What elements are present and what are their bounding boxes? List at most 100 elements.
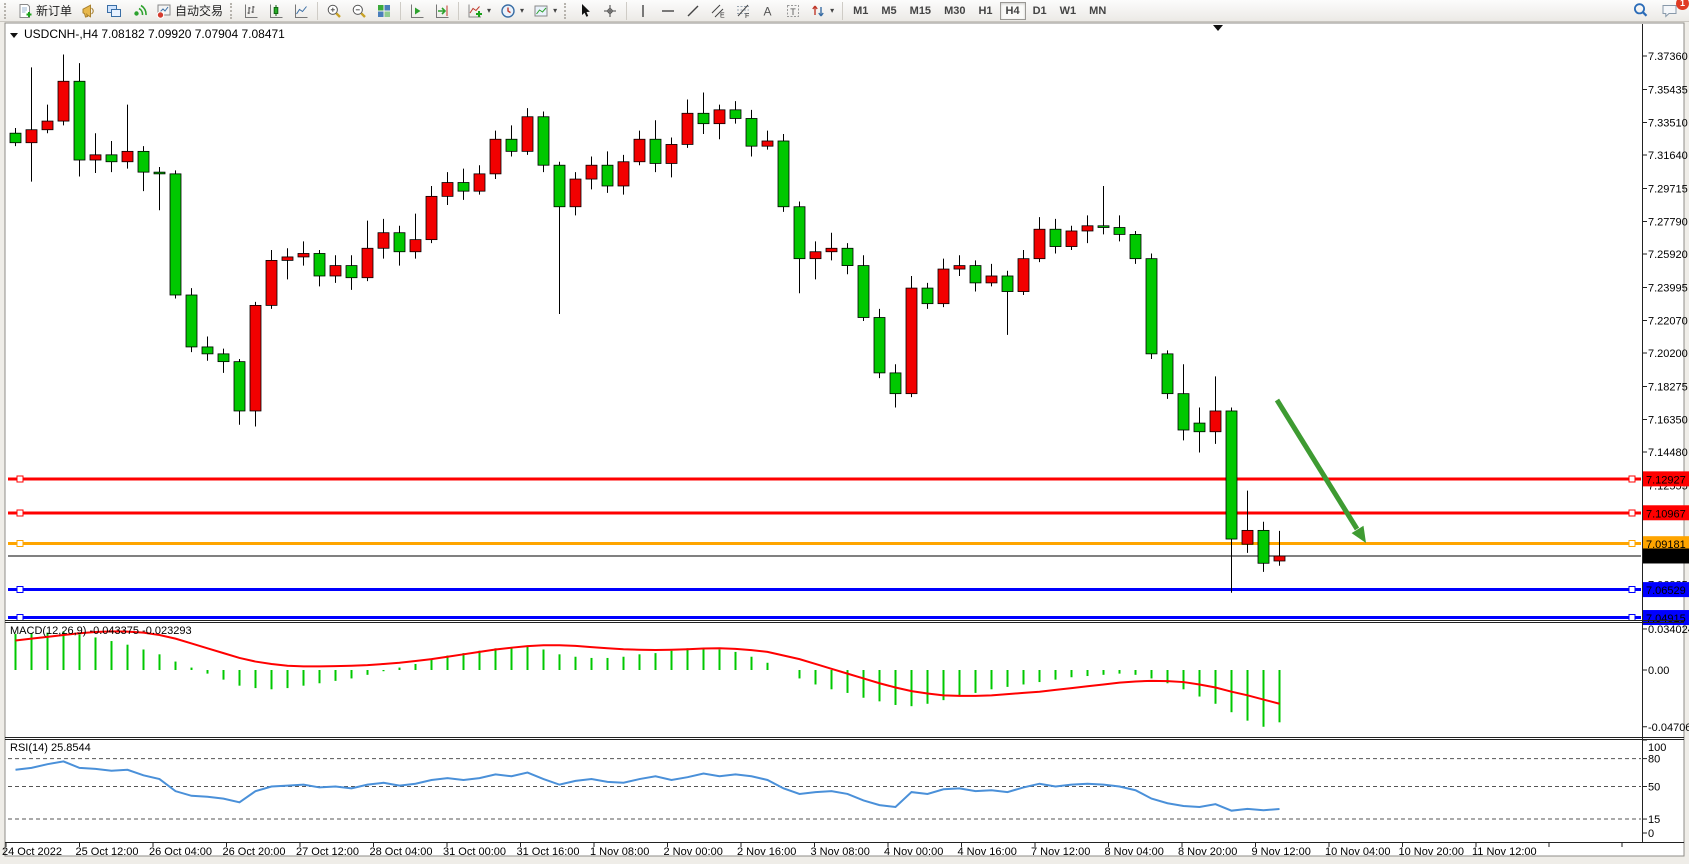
chart-area[interactable]: 7.373607.354357.335107.316407.297157.277… <box>0 0 1689 864</box>
candle-body <box>186 295 197 347</box>
time-axis-layer[interactable]: 24 Oct 202225 Oct 12:0026 Oct 04:0026 Oc… <box>2 843 1622 858</box>
candle-body <box>490 139 501 174</box>
line-handle[interactable] <box>17 587 23 593</box>
candle-body <box>938 269 949 304</box>
candle-body <box>634 139 645 161</box>
candle-body <box>250 305 261 411</box>
candle-body <box>586 165 597 179</box>
candle-body <box>1098 226 1109 228</box>
price-tick-label: 7.33510 <box>1648 118 1688 130</box>
macd-scale-label: 0.00 <box>1648 665 1669 677</box>
candle-body <box>74 81 85 160</box>
candle-body <box>474 174 485 191</box>
time-axis-label: 25 Oct 12:00 <box>76 846 139 858</box>
candle-body <box>986 276 997 283</box>
line-handle[interactable] <box>1629 615 1635 621</box>
candle-body <box>650 139 661 163</box>
line-handle[interactable] <box>17 541 23 547</box>
candle-body <box>746 118 757 146</box>
rsi-scale-label: 15 <box>1648 814 1660 826</box>
candle-body <box>1274 556 1285 561</box>
macd-scale-label: -0.047061 <box>1648 722 1689 734</box>
candle-body <box>138 151 149 172</box>
time-axis-label: 28 Oct 04:00 <box>370 846 433 858</box>
rsi-scale-label: 80 <box>1648 754 1660 766</box>
candle-body <box>1242 530 1253 544</box>
candle-body <box>1002 276 1013 292</box>
candle-body <box>378 233 389 249</box>
rsi-scale-label: 50 <box>1648 782 1660 794</box>
line-handle[interactable] <box>1629 541 1635 547</box>
candle-body <box>922 288 933 304</box>
candle-body <box>58 81 69 121</box>
price-tick-label: 7.23995 <box>1648 282 1688 294</box>
candle-body <box>346 266 357 278</box>
line-handle[interactable] <box>1629 510 1635 516</box>
trading-terminal-window: 新订单 <box>0 0 1689 864</box>
candle-body <box>906 288 917 394</box>
time-axis-label: 4 Nov 16:00 <box>958 846 1017 858</box>
candle-body <box>1162 354 1173 394</box>
candle-body <box>666 144 677 163</box>
candle-body <box>458 183 469 192</box>
candle-body <box>762 141 773 146</box>
window-bottom-edge <box>0 857 1689 864</box>
price-label-text: 7.04915 <box>1646 613 1686 625</box>
candle-body <box>970 266 981 283</box>
price-tick-label: 7.22070 <box>1648 316 1688 328</box>
time-axis-label: 11 Nov 12:00 <box>1472 846 1537 858</box>
candle-body <box>1066 231 1077 247</box>
line-handle[interactable] <box>1629 476 1635 482</box>
price-tick-label: 7.16350 <box>1648 415 1688 427</box>
time-axis-label: 8 Nov 04:00 <box>1105 846 1164 858</box>
macd-scale-label: 0.034024 <box>1648 624 1689 636</box>
candle-body <box>858 266 869 318</box>
candle-body <box>314 253 325 275</box>
candle-body <box>266 260 277 305</box>
candle-body <box>234 362 245 411</box>
candle-body <box>442 183 453 197</box>
time-axis-label: 2 Nov 16:00 <box>737 846 796 858</box>
candle-body <box>42 121 53 130</box>
candle-body <box>1226 411 1237 539</box>
line-handle[interactable] <box>17 476 23 482</box>
rsi-scale-label: 100 <box>1648 742 1666 754</box>
candle-body <box>1114 228 1125 235</box>
candle-body <box>1050 229 1061 246</box>
candle-body <box>1178 394 1189 430</box>
price-tick-label: 7.29715 <box>1648 183 1688 195</box>
time-axis-label: 26 Oct 04:00 <box>149 846 212 858</box>
candle-body <box>1034 229 1045 258</box>
candle-body <box>954 266 965 269</box>
time-axis-label: 10 Nov 04:00 <box>1325 846 1390 858</box>
candle-body <box>554 165 565 207</box>
macd-label: MACD(12,26,9) -0.043375 -0.023293 <box>10 625 192 637</box>
candle-body <box>394 233 405 252</box>
candle-body <box>154 172 165 174</box>
time-axis-label: 1 Nov 08:00 <box>590 846 649 858</box>
candle-body <box>1210 411 1221 432</box>
candle-body <box>26 130 37 143</box>
price-label-text: 7.12927 <box>1646 474 1686 486</box>
time-axis-label: 10 Nov 20:00 <box>1399 846 1464 858</box>
line-handle[interactable] <box>17 510 23 516</box>
price-tick-label: 7.27790 <box>1648 217 1688 229</box>
line-handle[interactable] <box>1629 587 1635 593</box>
chart-title: USDCNH-,H4 7.08182 7.09920 7.07904 7.084… <box>24 27 285 41</box>
candle-body <box>842 248 853 265</box>
candle-body <box>282 257 293 260</box>
price-tick-label: 7.20200 <box>1648 348 1688 360</box>
candle-body <box>90 155 101 160</box>
candle-body <box>170 174 181 295</box>
time-axis-label: 31 Oct 16:00 <box>517 846 580 858</box>
candle-body <box>10 133 21 143</box>
candle-body <box>1082 226 1093 231</box>
chart-window-frame <box>5 23 1684 856</box>
candle-body <box>874 318 885 373</box>
candle-body <box>202 347 213 354</box>
line-handle[interactable] <box>17 615 23 621</box>
time-axis-label: 4 Nov 00:00 <box>884 846 943 858</box>
candle-body <box>714 110 725 124</box>
price-tick-label: 7.14480 <box>1648 447 1688 459</box>
price-tick-label: 7.18275 <box>1648 381 1688 393</box>
